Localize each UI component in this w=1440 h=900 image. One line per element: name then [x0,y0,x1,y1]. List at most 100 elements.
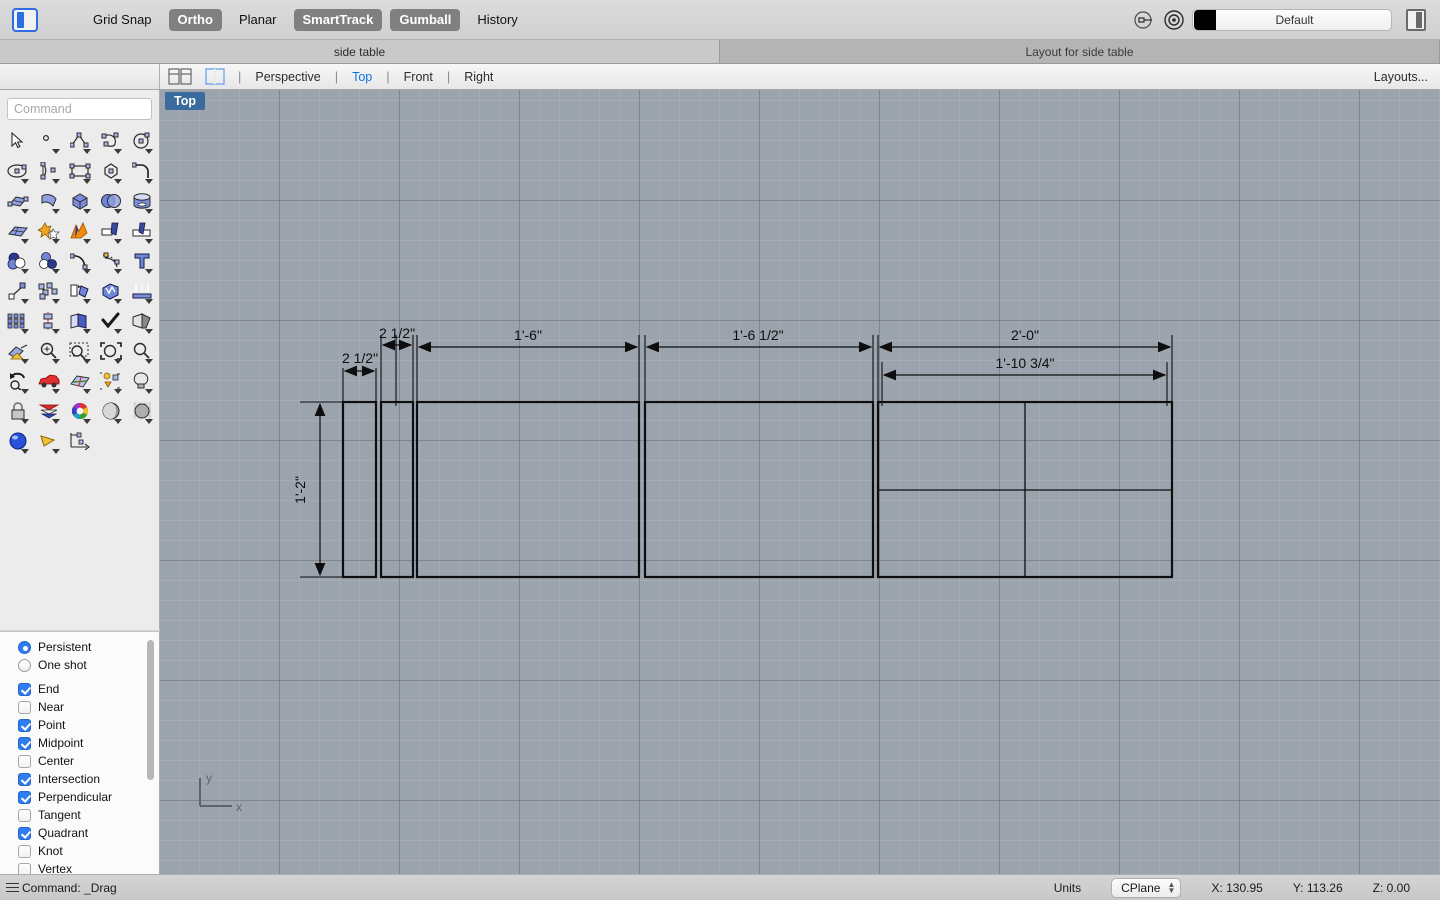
osnap-point[interactable]: Point [0,716,159,734]
color-wheel-icon[interactable] [64,400,95,424]
layer-color-swatch[interactable] [1194,9,1216,30]
surface-sweep-icon[interactable] [33,190,64,214]
grid-array-icon[interactable] [2,310,33,334]
viewport-tab-top[interactable]: Top [348,70,376,84]
fillet-curve-icon[interactable] [126,160,157,184]
layer-selector[interactable]: Default [1192,8,1392,31]
zoom-selected-icon[interactable] [95,340,126,364]
render-icon[interactable] [95,400,126,424]
menu-hamburger-icon[interactable] [6,882,19,893]
circle-icon[interactable] [126,130,157,154]
camera-icon[interactable] [33,430,64,454]
layout-detail-icon[interactable] [95,370,126,394]
osnap-tangent[interactable]: Tangent [0,806,159,824]
dimension-icon[interactable] [64,430,95,452]
viewport-tab-right[interactable]: Right [460,70,497,84]
four-view-layout-icon[interactable] [168,68,194,85]
box-icon[interactable] [64,190,95,214]
layer-target-icon[interactable] [1162,8,1186,32]
toggle-ortho[interactable]: Ortho [168,8,222,31]
osnap-midpoint[interactable]: Midpoint [0,734,159,752]
left-panel-toggle-icon[interactable] [12,7,38,32]
trim-icon[interactable] [126,220,157,244]
osnap-end[interactable]: End [0,680,159,698]
osnap-scrollbar[interactable] [147,640,154,780]
copy-icon[interactable] [64,310,95,334]
lock-icon[interactable] [2,400,33,424]
mirror-icon[interactable] [64,280,95,304]
light-icon[interactable] [126,370,157,394]
toggle-planar[interactable]: Planar [230,9,286,31]
boolean-difference-icon[interactable] [33,250,64,274]
offset-surface-icon[interactable] [95,250,126,274]
surface-mesh-icon[interactable] [2,220,33,244]
radio-persistent-icon[interactable] [18,640,31,654]
checkbox-perpendicular-icon[interactable] [18,790,31,804]
checkbox-intersection-icon[interactable] [18,772,31,786]
layer-icon[interactable] [33,400,64,424]
osnap-mode-oneshot[interactable]: One shot [0,656,159,674]
mesh-sphere-icon[interactable] [126,400,157,424]
ellipse-icon[interactable] [2,160,33,184]
file-tab-side-table[interactable]: side table [0,40,720,64]
deform-icon[interactable] [64,220,95,244]
osnap-quadrant[interactable]: Quadrant [0,824,159,842]
layouts-button[interactable]: Layouts... [1374,70,1428,84]
point-icon[interactable] [33,130,64,154]
osnap-center[interactable]: Center [0,752,159,770]
shade-icon[interactable] [126,310,157,334]
zoom-extents-icon[interactable] [33,340,64,364]
right-panel-toggle-icon[interactable] [1406,8,1426,31]
clipping-plane-icon[interactable] [64,370,95,394]
osnap-knot[interactable]: Knot [0,842,159,860]
osnap-near[interactable]: Near [0,698,159,716]
scale-icon[interactable] [2,280,33,304]
polyline-icon[interactable] [64,130,95,154]
sphere-boolean-icon[interactable] [95,190,126,214]
checkbox-midpoint-icon[interactable] [18,736,31,750]
viewport-tab-front[interactable]: Front [400,70,437,84]
split-icon[interactable] [95,220,126,244]
extrude-icon[interactable] [126,280,157,304]
checkbox-center-icon[interactable] [18,754,31,768]
explode-star-icon[interactable] [33,220,64,244]
toggle-smarttrack[interactable]: SmartTrack [293,8,383,31]
rectangle-icon[interactable] [64,160,95,184]
select-arrow-icon[interactable] [2,130,33,152]
layer-key-icon[interactable] [1132,8,1156,32]
command-input[interactable]: Command [7,98,152,120]
toggle-history[interactable]: History [468,9,526,31]
zoom-window-icon[interactable] [64,340,95,364]
viewport-top[interactable]: Top 2 1/2" 2 1/2" 1'-6" 1'-6 1/2" 2'-0" … [160,90,1440,874]
checkbox-knot-icon[interactable] [18,844,31,858]
offset-curve-icon[interactable] [64,250,95,274]
zoom-icon[interactable] [126,340,157,364]
surface-from-points-icon[interactable] [2,190,33,214]
boolean-union-icon[interactable] [2,250,33,274]
checkbox-point-icon[interactable] [18,718,31,732]
toggle-grid-snap[interactable]: Grid Snap [84,9,161,31]
checkbox-tangent-icon[interactable] [18,808,31,822]
vehicle-icon[interactable] [33,370,64,394]
radio-one-shot-icon[interactable] [18,658,31,672]
cylinder-icon[interactable] [126,190,157,214]
curve-icon[interactable] [95,130,126,154]
file-tab-layout[interactable]: Layout for side table [720,40,1440,64]
cplane-selector[interactable]: CPlane ▲ ▼ [1111,877,1182,898]
arc-icon[interactable] [33,160,64,184]
check-icon[interactable] [95,310,126,334]
polygon-icon[interactable] [95,160,126,184]
checkbox-end-icon[interactable] [18,682,31,696]
toggle-gumball[interactable]: Gumball [390,8,461,31]
paint-bucket-icon[interactable] [2,340,33,364]
array-icon[interactable] [33,280,64,304]
text-icon[interactable] [126,250,157,274]
orient-icon[interactable] [95,280,126,304]
osnap-mode-persistent[interactable]: Persistent [0,638,159,656]
osnap-intersection[interactable]: Intersection [0,770,159,788]
material-sphere-icon[interactable] [2,430,33,454]
viewport-tab-perspective[interactable]: Perspective [251,70,324,84]
checkbox-near-icon[interactable] [18,700,31,714]
rotate-view-icon[interactable] [2,370,33,394]
single-view-layout-icon[interactable] [202,68,228,85]
